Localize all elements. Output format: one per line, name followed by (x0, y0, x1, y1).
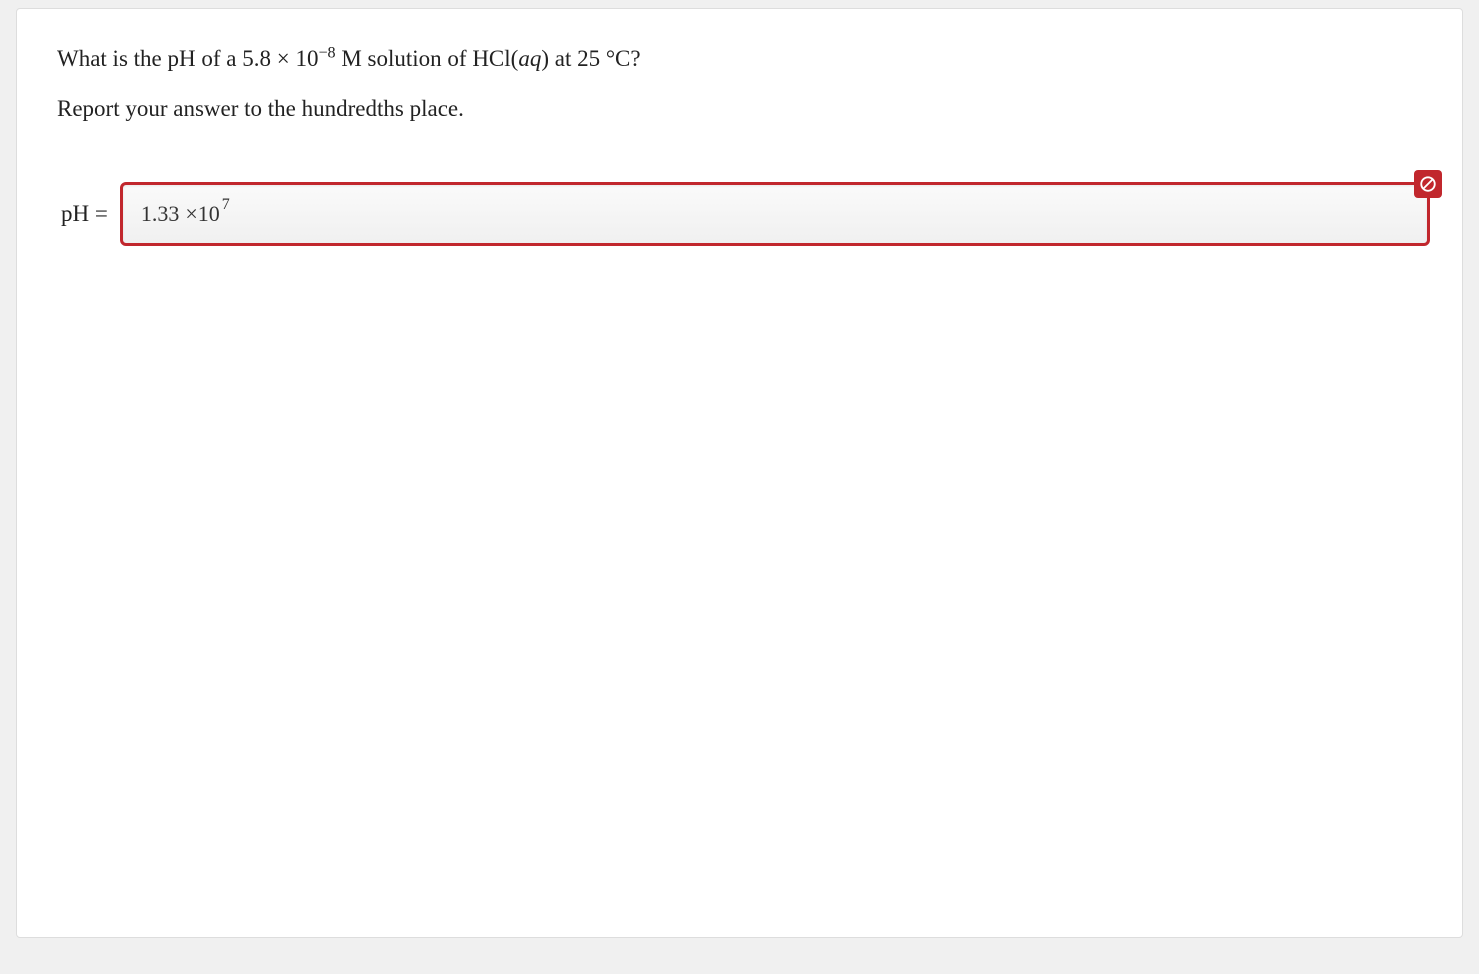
answer-label: pH = (57, 201, 108, 227)
answer-row: pH = 1.33 ×107 (57, 182, 1430, 246)
incorrect-icon (1414, 170, 1442, 198)
answer-number: 1.33 (141, 201, 180, 227)
question-text: What is the pH of a 5.8 × 10−8 M solutio… (57, 41, 1430, 78)
question-prefix: What is the pH of a (57, 46, 242, 71)
question-exponent: −8 (318, 44, 335, 61)
answer-input-wrapper: 1.33 ×107 (120, 182, 1430, 246)
answer-exp: 7 (222, 196, 230, 214)
question-middle: M solution of HCl( (336, 46, 519, 71)
question-coefficient: 5.8 (242, 46, 271, 71)
answer-value: 1.33 ×107 (141, 201, 230, 227)
question-italic: aq (518, 46, 541, 71)
question-suffix: ) at 25 °C? (541, 46, 640, 71)
question-base: 10 (295, 46, 318, 71)
instruction-text: Report your answer to the hundredths pla… (57, 96, 1430, 122)
answer-input[interactable]: 1.33 ×107 (120, 182, 1430, 246)
question-card: What is the pH of a 5.8 × 10−8 M solutio… (16, 8, 1463, 938)
answer-mult: ×10 (185, 201, 219, 227)
question-times: × (277, 46, 290, 71)
